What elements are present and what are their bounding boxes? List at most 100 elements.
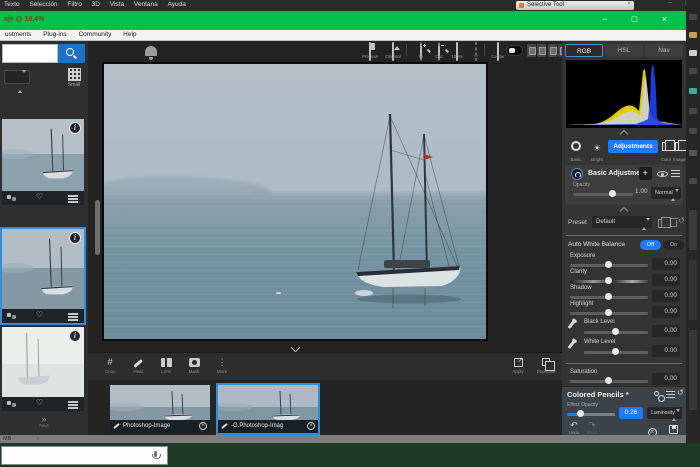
black-level-eyedropper-icon[interactable] — [568, 320, 576, 329]
remove-icon[interactable]: × — [199, 422, 207, 430]
delete-preset-icon[interactable] — [670, 220, 677, 227]
notifications-bell-icon[interactable] — [145, 46, 157, 56]
basic-effects-button[interactable]: Basic — [566, 138, 586, 162]
shadow-value[interactable]: 0.00 — [652, 290, 680, 302]
effect-blend-dropdown[interactable]: Luminosity — [647, 407, 682, 419]
white-level-value[interactable]: 0.00 — [652, 345, 680, 357]
collapse-card-icon[interactable] — [620, 207, 628, 215]
fit-button[interactable]: Fit — [466, 42, 486, 60]
reset-preset-icon[interactable]: ↺ — [678, 216, 685, 225]
menu-ventana[interactable]: Ventana — [130, 0, 162, 9]
center-button[interactable]: Center — [488, 42, 508, 60]
split-view-left-icon[interactable] — [527, 44, 536, 57]
library-thumbnail-1[interactable]: i ♡ — [2, 119, 84, 205]
menu-adjustments[interactable]: ustments — [0, 30, 36, 39]
add-adjustment-button[interactable] — [639, 167, 652, 180]
highlight-value[interactable]: 0.00 — [652, 306, 680, 318]
exposure-value[interactable]: 0.00 — [652, 258, 680, 270]
library-thumbnail-2-selected[interactable]: i ♡ — [2, 229, 84, 323]
menu-icon[interactable] — [68, 313, 78, 315]
library-thumbnail-3[interactable]: i ♡ — [2, 327, 84, 411]
mask-tool[interactable]: Mask — [182, 356, 206, 374]
microphone-icon[interactable] — [154, 451, 157, 457]
exposure-slider[interactable] — [570, 264, 648, 267]
highlight-slider[interactable] — [570, 312, 648, 315]
selective-tool-window[interactable]: Selective Tool × — [516, 1, 634, 10]
filmstrip-thumb-2-selected[interactable]: -G.Photoshop-Imag × — [218, 385, 318, 433]
white-level-eyedropper-icon[interactable] — [568, 340, 576, 349]
canvas-image[interactable] — [102, 62, 488, 341]
shadow-slider[interactable] — [570, 296, 648, 299]
menu-icon[interactable] — [68, 195, 78, 197]
info-icon[interactable]: i — [69, 330, 81, 342]
grid-view-icon[interactable] — [68, 68, 81, 81]
undo-button[interactable]: ↶ Undo — [566, 421, 582, 435]
favorite-icon[interactable]: ♡ — [36, 398, 43, 407]
redo-button[interactable]: ↷ Redo — [584, 421, 600, 435]
tab-rgb[interactable]: RGB — [565, 44, 603, 57]
lens-tool[interactable]: Lens — [154, 356, 178, 374]
split-view-top-icon[interactable] — [548, 44, 557, 57]
bright-effects-button[interactable]: ☀ Bright — [587, 138, 607, 162]
filmstrip-thumb-1[interactable]: Photoshop-Image × — [110, 385, 210, 433]
favorite-icon[interactable]: ♡ — [36, 192, 43, 201]
rate-icon[interactable] — [7, 401, 17, 407]
image-effects-button[interactable]: Image — [673, 138, 685, 162]
menu-plugins[interactable]: Plug-ins — [38, 30, 71, 39]
preview-button[interactable]: Preview — [360, 42, 380, 60]
menu-icon[interactable] — [68, 401, 78, 403]
clarity-slider[interactable] — [570, 280, 648, 283]
collapse-histogram-icon[interactable] — [620, 130, 628, 138]
awb-on-button[interactable]: On — [663, 240, 684, 250]
opacity-value[interactable]: 1.00 — [635, 188, 648, 195]
sidebar-scrollbar[interactable] — [95, 200, 100, 255]
close-icon[interactable]: × — [627, 1, 631, 7]
menu-ayuda[interactable]: Ayuda — [164, 0, 190, 9]
next-page-button[interactable]: » Next — [22, 415, 66, 428]
white-level-slider[interactable] — [584, 351, 648, 354]
rate-icon[interactable] — [7, 313, 17, 319]
menu-seleccion[interactable]: Selección — [25, 0, 61, 9]
statusbar-chevron[interactable]: › — [37, 436, 39, 442]
apply-button[interactable]: Apply — [506, 356, 530, 374]
single-view-toggle[interactable] — [506, 45, 523, 56]
menu-community[interactable]: Community — [73, 30, 116, 39]
color-effects-button[interactable]: Color — [660, 138, 672, 162]
window-controls[interactable]: − □ × — [602, 14, 678, 24]
tab-hsl[interactable]: HSL — [605, 44, 643, 57]
preset-dropdown[interactable]: Default — [592, 216, 652, 228]
sort-select[interactable] — [4, 70, 30, 84]
effect-opacity-value[interactable]: 0.26 — [619, 407, 643, 419]
menu-3d[interactable]: 3D — [88, 0, 104, 9]
black-level-value[interactable]: 0.00 — [652, 325, 680, 337]
info-icon[interactable]: i — [69, 232, 81, 244]
remove-icon[interactable]: × — [307, 422, 315, 430]
opacity-slider[interactable] — [573, 193, 633, 196]
menu-icon[interactable] — [671, 170, 680, 171]
menu-icon[interactable] — [666, 391, 675, 392]
blend-mode-dropdown[interactable]: Normal — [651, 187, 681, 199]
info-icon[interactable]: i — [69, 122, 81, 134]
clarity-value[interactable]: 0.00 — [652, 274, 680, 286]
rate-icon[interactable] — [7, 195, 17, 201]
original-button[interactable]: Original — [383, 42, 403, 60]
crop-tool[interactable]: # Crop — [98, 356, 122, 374]
awb-off-button[interactable]: Off — [640, 240, 661, 250]
favorite-icon[interactable]: ♡ — [36, 310, 43, 319]
menu-vista[interactable]: Vista — [106, 0, 128, 9]
heal-tool[interactable]: Heal — [126, 356, 150, 374]
duplicate-button[interactable]: Duplicate — [534, 356, 558, 374]
split-view-right-icon[interactable] — [537, 44, 546, 57]
save-preset-icon[interactable] — [658, 219, 666, 228]
black-level-slider[interactable] — [584, 331, 648, 334]
menu-filtro[interactable]: Filtro — [63, 0, 85, 9]
tab-nav[interactable]: Nav — [645, 44, 683, 57]
menu-help[interactable]: Help — [118, 30, 141, 39]
search-button[interactable] — [58, 44, 85, 63]
link-icon[interactable] — [654, 391, 659, 396]
effect-opacity-slider[interactable] — [567, 413, 615, 416]
taskbar-search-input[interactable] — [1, 446, 168, 465]
reset-icon[interactable]: ↺ — [677, 388, 684, 397]
menu-texto[interactable]: Texto — [0, 0, 24, 9]
visibility-icon[interactable] — [657, 171, 668, 177]
